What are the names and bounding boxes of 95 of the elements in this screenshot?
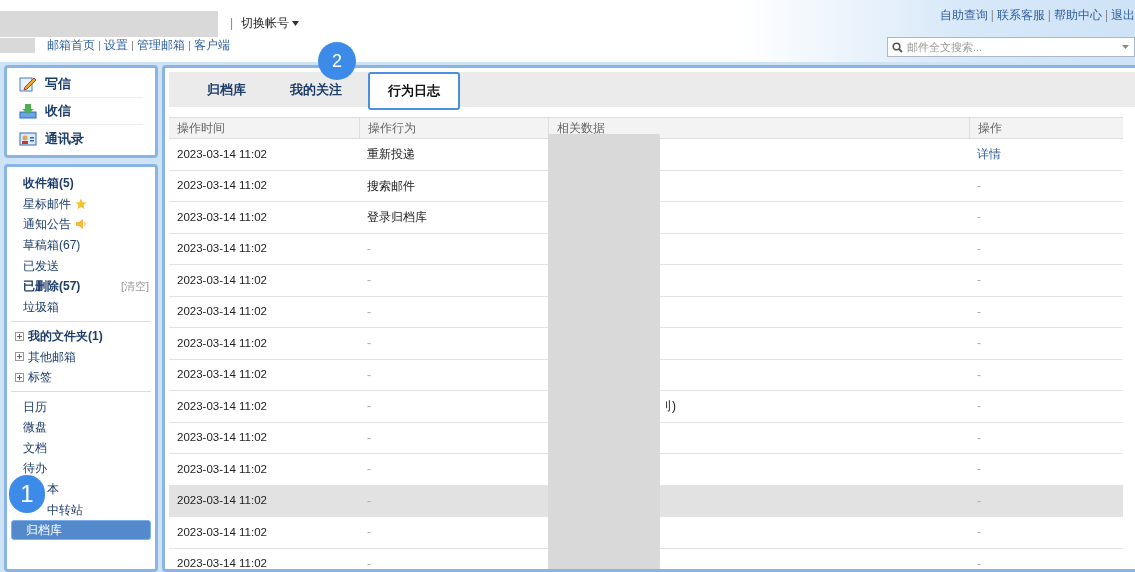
header-link[interactable]: 帮助中心: [1053, 6, 1102, 24]
table-cell-text: 2023-03-14 11:02: [176, 430, 268, 446]
table-cell-text: 2023-03-14 11:02: [176, 524, 268, 540]
app-link[interactable]: 归档库: [11, 519, 151, 541]
table-cell-text: -: [366, 240, 372, 258]
table-cell-text: 2023-03-14 11:02: [176, 556, 268, 569]
separator: |: [188, 38, 191, 53]
table-cell-text: 2023-03-14 11:02: [176, 272, 268, 288]
table-cell-text: -: [976, 177, 982, 195]
caret-icon: [292, 20, 300, 26]
quick-action-button[interactable]: 通讯录: [19, 125, 143, 152]
separator: |: [230, 15, 234, 32]
caret-icon: [1122, 45, 1129, 49]
table-cell-text: 2023-03-14 11:02: [176, 398, 268, 414]
star-icon: [75, 197, 87, 210]
table-cell-text: -: [366, 398, 372, 416]
contact-card-icon: [19, 130, 37, 147]
quick-action-button[interactable]: 写信: [19, 71, 143, 98]
table-cell-text: 搜索邮件: [366, 177, 416, 195]
table-cell-text: -: [976, 398, 982, 416]
table-cell-text: -: [366, 429, 372, 447]
column-header: 操作: [969, 118, 1123, 138]
app-link[interactable]: 日历: [9, 396, 153, 417]
folder-link[interactable]: 星标邮件: [23, 194, 71, 213]
table-cell-text: -: [366, 492, 372, 510]
step-callout: 1: [9, 475, 45, 513]
table-cell-text: 2023-03-14 11:02: [176, 304, 268, 320]
switch-account-button[interactable]: 切换帐号: [241, 14, 300, 32]
details-link[interactable]: 详情: [969, 145, 1123, 164]
folder-link[interactable]: 已删除(57): [23, 277, 81, 296]
folder-group-link[interactable]: 其他邮箱: [28, 347, 76, 366]
header-link[interactable]: 联系客服: [996, 6, 1045, 24]
table-cell-text: -: [976, 335, 982, 353]
separator: |: [1104, 7, 1108, 24]
table-cell-text: -: [366, 555, 372, 569]
header-link[interactable]: 邮箱首页: [47, 37, 95, 55]
table-cell-text: -: [976, 492, 982, 510]
quick-action-button[interactable]: 收信: [19, 98, 143, 125]
table-cell-text: -: [976, 366, 982, 384]
tab[interactable]: 归档库: [189, 73, 264, 107]
separator: |: [990, 7, 994, 24]
header-link[interactable]: 管理邮箱: [137, 37, 185, 55]
table-cell-text: 2023-03-14 11:02: [176, 335, 268, 351]
table-cell-text: -: [976, 461, 982, 479]
tab[interactable]: 行为日志: [368, 72, 460, 110]
folder-link[interactable]: 已发送: [23, 256, 59, 275]
table-cell-text: -: [366, 461, 372, 479]
header-link[interactable]: 自助查询: [939, 6, 988, 24]
table-cell-text: 登录归档库: [366, 209, 428, 227]
expand-icon[interactable]: [15, 352, 24, 362]
folder-link[interactable]: 收件箱(5): [23, 174, 74, 193]
table-cell-text: -: [976, 555, 982, 569]
table-cell-text: -: [366, 366, 372, 384]
pencil-note-icon: [19, 76, 37, 92]
table-cell-text: 2023-03-14 11:02: [176, 493, 268, 509]
table-cell-text: -: [366, 272, 372, 290]
header-link[interactable]: 退出: [1111, 6, 1135, 24]
table-cell-text: 2023-03-14 11:02: [176, 178, 268, 194]
table-cell-text: -: [976, 240, 982, 258]
separator: |: [1047, 7, 1051, 24]
folder-group-link[interactable]: 标签: [28, 368, 52, 387]
folder-group-link[interactable]: 我的文件夹(1): [28, 327, 103, 346]
search-icon: [892, 42, 903, 53]
table-cell-text: -: [976, 303, 982, 321]
folder-link[interactable]: 通知公告: [23, 215, 71, 234]
table-cell-text: 2023-03-14 11:02: [176, 367, 268, 383]
inbox-download-icon: [19, 103, 37, 119]
table-cell-text: -: [976, 209, 982, 227]
separator: |: [98, 38, 101, 53]
expand-icon[interactable]: [15, 372, 24, 382]
table-cell-text: -: [366, 524, 372, 542]
app-link[interactable]: 微盘: [9, 416, 153, 438]
speaker-icon: [75, 218, 87, 231]
table-cell-text: -: [976, 524, 982, 542]
table-cell-text: 2023-03-14 11:02: [176, 209, 268, 225]
app-link[interactable]: 本: [47, 478, 59, 500]
table-cell-text: 2023-03-14 11:02: [176, 241, 268, 257]
column-header: 操作时间: [176, 120, 226, 137]
header-link[interactable]: 客户端: [194, 37, 230, 55]
search-field[interactable]: 邮件全文搜索...: [887, 37, 1135, 57]
table-cell-text: -: [366, 335, 372, 353]
table-cell-text: 重新投递: [366, 146, 416, 164]
expand-icon[interactable]: [15, 331, 24, 341]
app-link[interactable]: 中转站: [47, 499, 83, 520]
table-cell-text: 2023-03-14 11:02: [176, 146, 268, 162]
table-cell-text: 2023-03-14 11:02: [176, 461, 268, 477]
folder-link[interactable]: 草稿箱(67): [23, 236, 81, 255]
table-cell-text: -: [976, 272, 982, 290]
table-cell: 刂): [660, 399, 676, 414]
app-link[interactable]: 文档: [9, 437, 153, 459]
table-cell-text: -: [976, 429, 982, 447]
folder-link[interactable]: 垃圾箱: [23, 297, 59, 316]
header-link[interactable]: 设置: [104, 37, 128, 55]
table-cell-text: -: [366, 303, 372, 321]
separator: |: [131, 38, 134, 53]
